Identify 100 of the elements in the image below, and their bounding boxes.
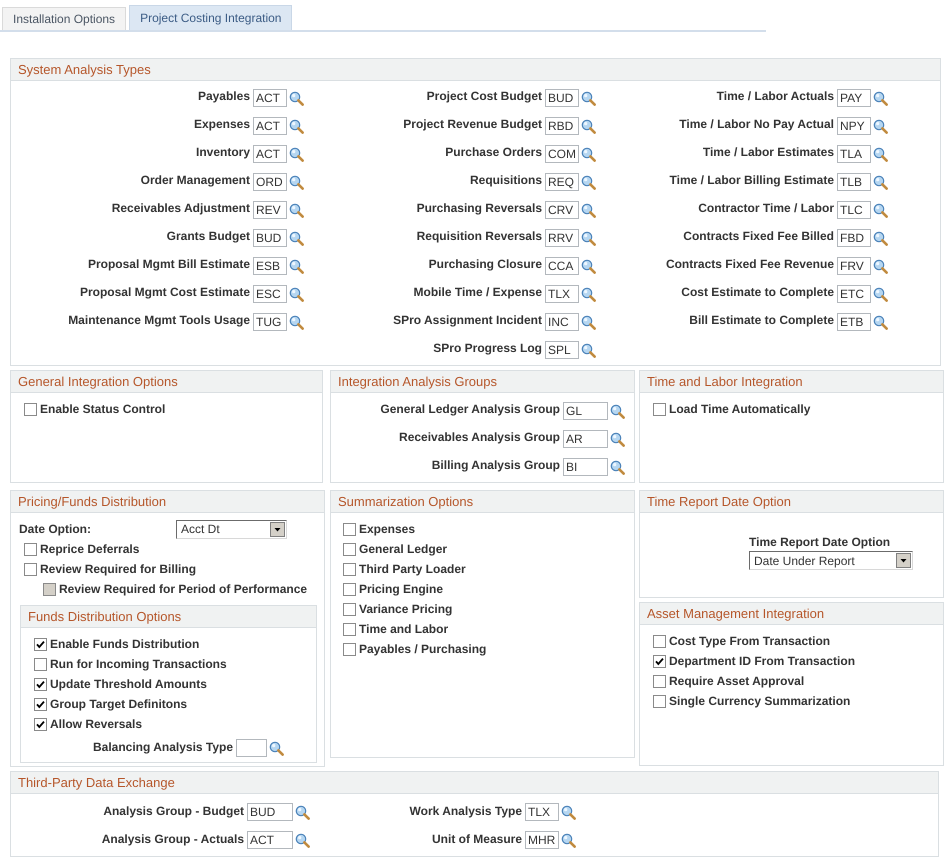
checkbox[interactable] <box>343 582 356 596</box>
search-icon[interactable] <box>581 90 596 106</box>
lookup-field[interactable]: BUD <box>253 229 287 247</box>
lookup-field[interactable]: ACT <box>253 145 287 163</box>
checkbox[interactable] <box>653 694 666 708</box>
lookup-field[interactable]: CRV <box>545 201 579 219</box>
checkbox[interactable] <box>343 622 356 636</box>
section-title: Integration Analysis Groups <box>331 371 634 393</box>
search-icon[interactable] <box>289 230 304 246</box>
checkbox[interactable] <box>34 698 47 710</box>
search-icon[interactable] <box>289 202 304 218</box>
checkbox[interactable] <box>653 634 666 648</box>
lookup-field[interactable]: BUD <box>545 89 579 107</box>
lookup-field[interactable]: COM <box>545 145 579 163</box>
search-icon[interactable] <box>269 740 284 756</box>
search-icon[interactable] <box>289 314 304 330</box>
checkbox[interactable] <box>343 522 356 536</box>
field-label: Analysis Group - Actuals <box>102 832 244 846</box>
lookup-field[interactable]: INC <box>545 313 579 331</box>
search-icon[interactable] <box>873 314 888 330</box>
search-icon[interactable] <box>581 230 596 246</box>
dropdown[interactable]: Date Under Report <box>749 551 913 570</box>
lookup-field[interactable]: ACT <box>247 831 293 849</box>
lookup-field[interactable]: ETB <box>837 313 871 331</box>
lookup-field[interactable]: BI <box>563 458 608 476</box>
search-icon[interactable] <box>581 118 596 134</box>
search-icon[interactable] <box>581 258 596 274</box>
checkbox[interactable] <box>653 674 666 688</box>
lookup-field[interactable]: FRV <box>837 257 871 275</box>
checkbox[interactable] <box>343 542 356 556</box>
checkbox[interactable] <box>34 718 47 730</box>
search-icon[interactable] <box>873 118 888 134</box>
lookup-field[interactable]: BUD <box>247 803 293 821</box>
checkbox[interactable] <box>653 402 666 416</box>
search-icon[interactable] <box>610 404 625 418</box>
checkbox[interactable] <box>653 654 666 668</box>
search-icon[interactable] <box>581 174 596 190</box>
checkbox[interactable] <box>24 402 37 416</box>
checkbox[interactable] <box>34 678 47 690</box>
lookup-field[interactable]: ACT <box>253 89 287 107</box>
checkbox[interactable] <box>24 542 37 556</box>
search-icon[interactable] <box>873 286 888 302</box>
search-icon[interactable] <box>581 286 596 302</box>
lookup-field[interactable]: RBD <box>545 117 579 135</box>
search-icon[interactable] <box>610 432 625 446</box>
search-icon[interactable] <box>581 202 596 218</box>
lookup-field[interactable]: GL <box>563 402 608 420</box>
search-icon[interactable] <box>581 314 596 330</box>
lookup-field[interactable]: ESB <box>253 257 287 275</box>
tab[interactable]: Installation Options <box>2 7 126 30</box>
lookup-field[interactable] <box>236 739 268 757</box>
search-icon[interactable] <box>295 832 310 848</box>
search-icon[interactable] <box>295 804 310 820</box>
search-icon[interactable] <box>561 804 576 820</box>
search-icon[interactable] <box>610 460 625 474</box>
lookup-field[interactable]: ACT <box>253 117 287 135</box>
field-label: SPro Assignment Incident <box>393 312 542 326</box>
search-icon[interactable] <box>873 174 888 190</box>
search-icon[interactable] <box>289 286 304 302</box>
lookup-field[interactable]: TLC <box>837 201 871 219</box>
tab[interactable]: Project Costing Integration <box>129 5 292 30</box>
lookup-field[interactable]: TLX <box>545 285 579 303</box>
search-icon[interactable] <box>873 146 888 162</box>
lookup-field[interactable]: TLA <box>837 145 871 163</box>
lookup-field[interactable]: PAY <box>837 89 871 107</box>
checkbox[interactable] <box>343 562 356 576</box>
search-icon[interactable] <box>581 342 596 358</box>
checkbox[interactable] <box>343 602 356 616</box>
lookup-field[interactable]: ESC <box>253 285 287 303</box>
search-icon[interactable] <box>873 230 888 246</box>
lookup-field[interactable]: RRV <box>545 229 579 247</box>
search-icon[interactable] <box>289 146 304 162</box>
lookup-field[interactable]: FBD <box>837 229 871 247</box>
lookup-field[interactable]: NPY <box>837 117 871 135</box>
lookup-field[interactable]: REV <box>253 201 287 219</box>
lookup-field[interactable]: ORD <box>253 173 287 191</box>
search-icon[interactable] <box>873 258 888 274</box>
search-icon[interactable] <box>289 118 304 134</box>
checkbox[interactable] <box>24 562 37 576</box>
checkbox[interactable] <box>343 642 356 656</box>
search-icon[interactable] <box>873 90 888 106</box>
lookup-field[interactable]: SPL <box>545 341 579 359</box>
search-icon[interactable] <box>561 832 576 848</box>
search-icon[interactable] <box>581 146 596 162</box>
lookup-field[interactable]: CCA <box>545 257 579 275</box>
search-icon[interactable] <box>289 174 304 190</box>
lookup-field[interactable]: AR <box>563 430 608 448</box>
checkbox[interactable] <box>34 658 47 670</box>
search-icon[interactable] <box>289 90 304 106</box>
lookup-field[interactable]: TUG <box>253 313 287 331</box>
lookup-field[interactable]: ETC <box>837 285 871 303</box>
lookup-field[interactable]: TLB <box>837 173 871 191</box>
lookup-field[interactable]: REQ <box>545 173 579 191</box>
search-icon[interactable] <box>873 202 888 218</box>
lookup-field[interactable]: MHR <box>525 831 559 849</box>
checkbox[interactable] <box>34 638 47 650</box>
dropdown[interactable]: Acct Dt <box>176 520 287 538</box>
lookup-field[interactable]: TLX <box>525 803 559 821</box>
field-label: Purchase Orders <box>445 144 542 158</box>
search-icon[interactable] <box>289 258 304 274</box>
